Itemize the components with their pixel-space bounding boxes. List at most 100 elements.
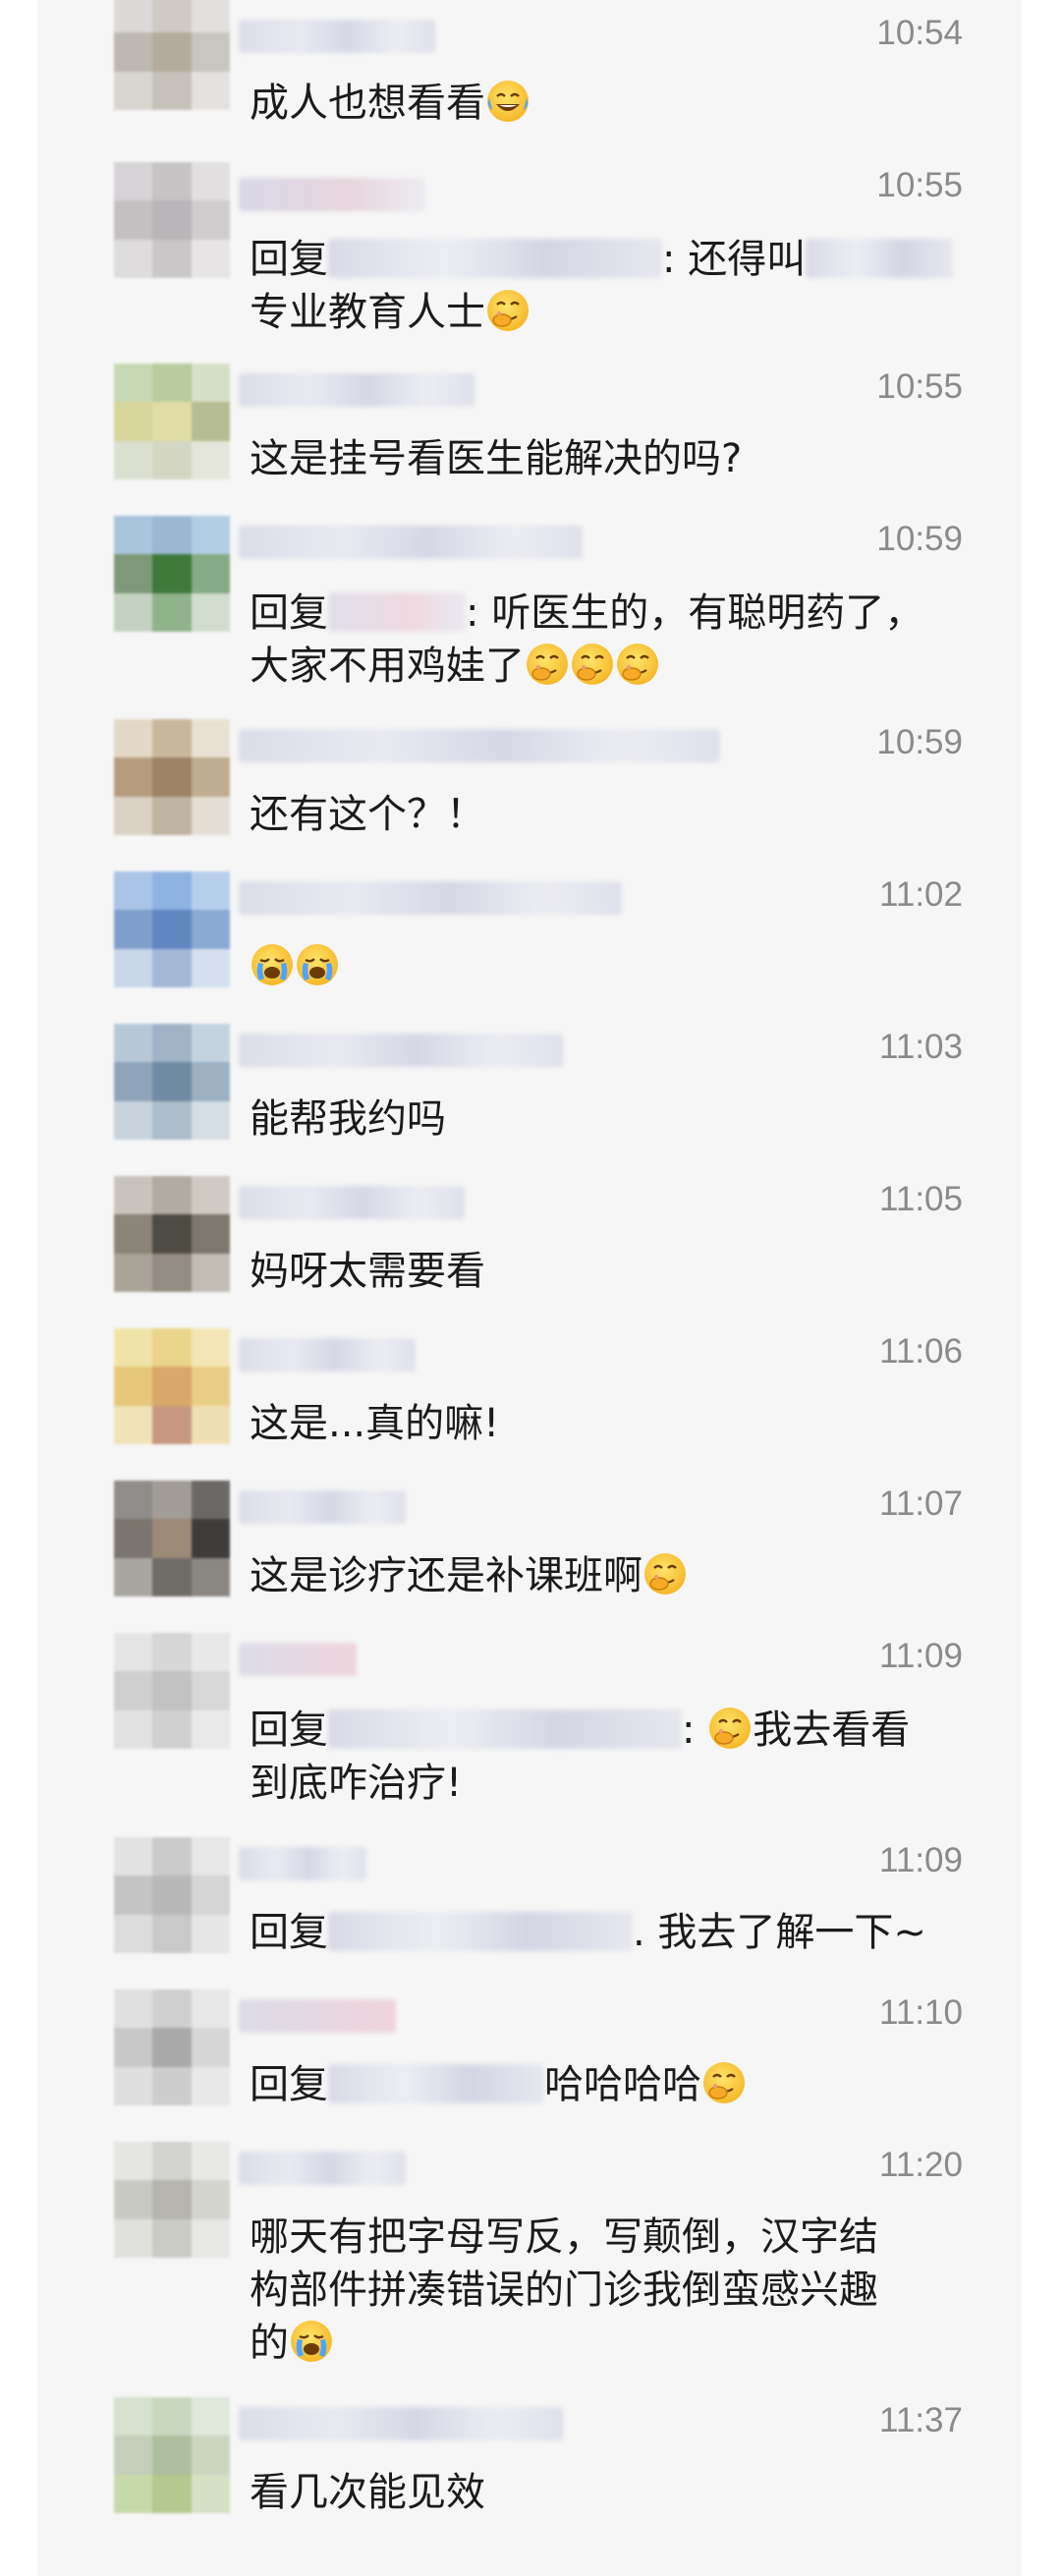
comment-line: 的 [250,2321,289,2366]
username-blurred[interactable] [239,1847,366,1880]
avatar[interactable] [114,2397,230,2513]
username-blurred[interactable] [239,2152,406,2185]
comment-panel: 10:54 成人也想看看 10:55 回复: 还得叫 专业教育人士 10:55 … [37,0,1022,2576]
comment-time: 10:54 [876,14,963,52]
comment-line: 还有这个？！ [250,792,485,837]
loudly-crying-face-icon [289,2319,334,2364]
username-blurred[interactable] [239,1643,357,1676]
avatar[interactable] [114,2142,230,2258]
username-blurred[interactable] [239,20,435,53]
comment-time: 11:20 [879,2146,963,2184]
face-with-hand-over-mouth-icon [485,288,530,333]
comment-line: : 还得叫 [662,237,807,282]
comment-time: 10:59 [876,723,963,761]
comment-line: . 我去了解一下~ [633,1910,926,1955]
comment-line: 这是诊疗还是补课班啊 [250,1553,642,1598]
reply-prefix: 回复 [250,1910,328,1955]
avatar[interactable] [114,1837,230,1953]
username-blurred[interactable] [239,2407,563,2440]
comment-line: 哈哈哈哈 [544,2062,701,2107]
face-with-hand-over-mouth-icon [525,642,570,687]
avatar[interactable] [114,1024,230,1140]
avatar[interactable] [114,1481,230,1596]
reply-prefix: 回复 [250,590,328,636]
username-blurred[interactable] [239,1338,416,1372]
comment-line: 这是...真的嘛! [250,1401,500,1446]
face-with-hand-over-mouth-icon [707,1706,753,1751]
mention-blurred[interactable] [328,239,662,278]
comment-line: 哪天有把字母写反，写颠倒，汉字结 [250,2214,878,2260]
avatar[interactable] [114,871,230,987]
comment-text: 这是...真的嘛! [250,1397,977,1450]
comment-time: 11:07 [879,1484,963,1523]
comment-line: 我去看看 [753,1708,911,1753]
comment-text [250,940,977,993]
comment-line: 妈呀太需要看 [250,1249,485,1294]
comment-time: 11:10 [879,1993,963,2032]
comment-text: 哪天有把字母写反，写颠倒，汉字结 构部件拼凑错误的门诊我倒蛮感兴趣 的 [250,2211,977,2370]
comment-line: : 听医生的，有聪明药了， [466,590,924,636]
comment-text: 这是诊疗还是补课班啊 [250,1549,977,1602]
comment-text: 成人也想看看 [250,77,977,130]
comment-text: 回复 哈哈哈哈 [250,2058,977,2111]
avatar[interactable] [114,364,230,479]
comment-text: 回复: 还得叫 专业教育人士 [250,233,977,339]
avatar[interactable] [114,1328,230,1444]
comment-text: 回复: 我去看看 到底咋治疗! [250,1704,977,1810]
avatar[interactable] [114,719,230,835]
comment-time: 10:59 [876,520,963,558]
text-blurred [806,239,954,278]
reply-prefix: 回复 [250,2062,328,2107]
comment-time: 10:55 [876,367,963,406]
username-blurred[interactable] [239,178,425,211]
comment-line: 构部件拼凑错误的门诊我倒蛮感兴趣 [250,2268,878,2313]
comment-text: 这是挂号看医生能解决的吗? [250,432,977,485]
mention-blurred[interactable] [328,2064,544,2103]
comment-line: 到底咋治疗! [250,1761,463,1806]
comment-time: 10:55 [876,166,963,204]
avatar[interactable] [114,162,230,278]
comment-time: 11:06 [879,1332,963,1371]
comment-time: 11:02 [879,875,963,914]
username-blurred[interactable] [239,881,622,915]
username-blurred[interactable] [239,1034,563,1067]
face-with-hand-over-mouth-icon [701,2060,747,2105]
username-blurred[interactable] [239,526,583,559]
reply-prefix: 回复 [250,1708,328,1753]
face-with-hand-over-mouth-icon [642,1551,688,1596]
face-with-hand-over-mouth-icon [615,642,660,687]
comment-time: 11:37 [879,2401,963,2439]
comment-text: 还有这个？！ [250,788,977,841]
username-blurred[interactable] [239,373,475,407]
comment-line: 成人也想看看 [250,81,485,126]
mention-blurred[interactable] [328,1912,633,1951]
comment-line: : [682,1708,696,1753]
comment-line: 这是挂号看医生能解决的吗? [250,436,743,481]
username-blurred[interactable] [239,1186,465,1219]
comment-text: 妈呀太需要看 [250,1245,977,1298]
loudly-crying-face-icon [295,942,340,987]
comment-text: 能帮我约吗 [250,1092,977,1146]
comment-line: 大家不用鸡娃了 [250,644,525,689]
avatar[interactable] [114,516,230,632]
comment-time: 11:05 [879,1180,963,1218]
loudly-crying-face-icon [250,942,295,987]
mention-blurred[interactable] [328,1709,682,1749]
mention-blurred[interactable] [328,592,466,632]
username-blurred[interactable] [239,729,720,762]
comment-time: 11:03 [879,1028,963,1066]
avatar[interactable] [114,0,230,110]
avatar[interactable] [114,1633,230,1749]
avatar[interactable] [114,1989,230,2105]
avatar[interactable] [114,1176,230,1292]
face-with-hand-over-mouth-icon [570,642,615,687]
username-blurred[interactable] [239,1490,406,1524]
username-blurred[interactable] [239,1999,396,2033]
comment-line: 专业教育人士 [250,290,485,335]
comment-text: 看几次能见效 [250,2466,977,2519]
comment-line: 能帮我约吗 [250,1096,446,1142]
comment-text: 回复 : 听医生的，有聪明药了， 大家不用鸡娃了 [250,587,977,693]
comment-time: 11:09 [879,1637,963,1675]
comment-line: 看几次能见效 [250,2470,485,2515]
comment-text: 回复 . 我去了解一下~ [250,1906,977,1959]
